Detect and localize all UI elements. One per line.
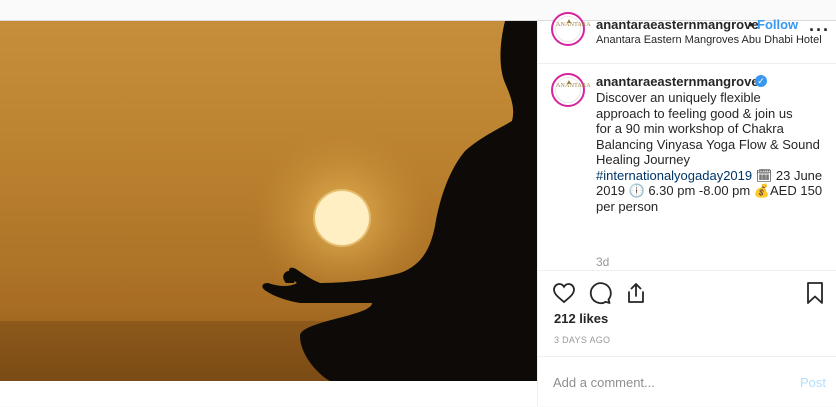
- post-card: ANANTARA anantaraeasternmangrove • Follo…: [0, 12, 836, 406]
- avatar-mark-text: ANANTARA: [556, 22, 591, 28]
- caption-username[interactable]: anantaraeasternmangroves: [596, 74, 766, 89]
- avatar-mark-text: ANANTARA: [556, 83, 591, 89]
- comment-icon[interactable]: [588, 281, 612, 310]
- post-comment-button[interactable]: Post: [800, 375, 826, 390]
- more-options-icon[interactable]: ···: [809, 20, 830, 41]
- post-sidebar: ANANTARA anantaraeasternmangrove • Follo…: [537, 12, 836, 406]
- avatar[interactable]: ANANTARA: [551, 12, 591, 46]
- avatar-logo: ANANTARA: [555, 77, 591, 103]
- post-caption: ANANTARA anantaraeasternmangroves ✓ Disc…: [538, 66, 836, 269]
- comment-input[interactable]: [553, 375, 783, 390]
- avatar-logo: ANANTARA: [555, 16, 591, 42]
- likes-count[interactable]: 212 likes: [554, 311, 608, 326]
- post-header: ANANTARA anantaraeasternmangrove • Follo…: [538, 12, 836, 64]
- post-photo[interactable]: [0, 21, 537, 381]
- caption-text: Discover an uniquely flexible approach t…: [596, 90, 832, 214]
- yoga-sunset-image: [0, 21, 537, 381]
- follow-button[interactable]: Follow: [757, 17, 798, 32]
- hashtag-link[interactable]: #internationalyogaday2019: [596, 168, 752, 183]
- share-icon[interactable]: [624, 281, 648, 310]
- post-age: 3 DAYS AGO: [554, 335, 611, 345]
- post-actions: 212 likes 3 DAYS AGO Post: [538, 270, 836, 406]
- caption-body: Discover an uniquely flexible approach t…: [596, 90, 820, 167]
- heart-icon[interactable]: [552, 281, 576, 310]
- header-separator: •: [749, 17, 754, 32]
- location-link[interactable]: Anantara Eastern Mangroves Abu Dhabi Hot…: [596, 34, 822, 46]
- caption-timestamp: 3d: [596, 255, 610, 269]
- header-username[interactable]: anantaraeasternmangrove: [596, 17, 759, 32]
- caption-avatar[interactable]: ANANTARA: [551, 73, 591, 107]
- comment-box: Post: [538, 356, 836, 407]
- bookmark-icon[interactable]: [803, 281, 827, 310]
- verified-badge-icon: ✓: [755, 75, 767, 87]
